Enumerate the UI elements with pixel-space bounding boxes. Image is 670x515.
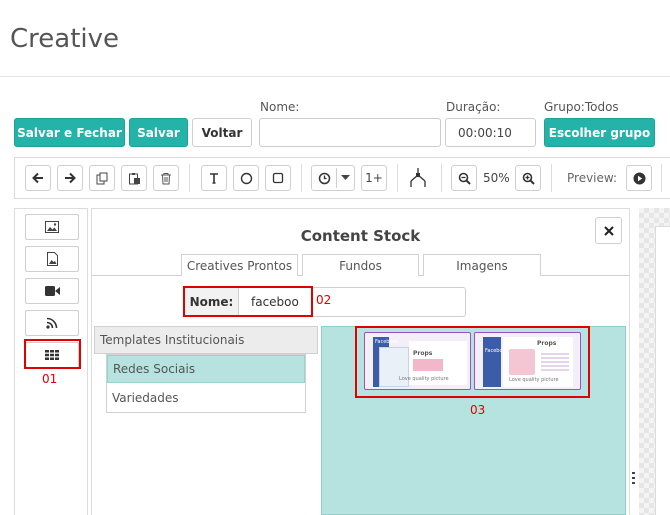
editor-toolbar: 1+ 50% Preview: bbox=[14, 157, 670, 199]
tab-creatives-prontos[interactable]: Creatives Prontos bbox=[181, 254, 298, 276]
annotation-box-03 bbox=[355, 326, 590, 398]
page-title: Creative bbox=[10, 24, 120, 54]
rss-tool-button[interactable] bbox=[25, 310, 79, 336]
dropdown-divider bbox=[336, 168, 337, 188]
zoom-level: 50% bbox=[483, 171, 510, 185]
duration-input-value: 00:00:10 bbox=[458, 125, 512, 140]
image-tool-button[interactable] bbox=[25, 214, 79, 240]
name-label: Nome: bbox=[260, 100, 300, 114]
image-icon bbox=[45, 221, 59, 233]
arrow-right-icon bbox=[65, 172, 76, 184]
dialog-title: Content Stock bbox=[300, 227, 421, 245]
duration-label: Duração: bbox=[446, 100, 501, 114]
file-image-tool-button[interactable] bbox=[25, 246, 79, 272]
preview-label: Preview: bbox=[567, 171, 618, 185]
repeat-button[interactable]: 1+ bbox=[361, 165, 387, 191]
toolbar-separator bbox=[397, 164, 398, 192]
add-rectangle-button[interactable] bbox=[265, 165, 291, 191]
close-dialog-button[interactable] bbox=[595, 217, 622, 244]
zoom-in-button[interactable] bbox=[515, 165, 541, 191]
rss-icon bbox=[46, 317, 58, 329]
play-icon bbox=[633, 172, 645, 184]
close-icon bbox=[603, 225, 614, 236]
annotation-box-01 bbox=[24, 339, 81, 369]
add-circle-button[interactable] bbox=[233, 165, 259, 191]
zoom-out-button[interactable] bbox=[451, 165, 477, 191]
tab-fundos[interactable]: Fundos bbox=[302, 254, 419, 276]
trash-icon bbox=[161, 172, 171, 184]
copy-button[interactable] bbox=[89, 165, 115, 191]
category-header[interactable]: Templates Institucionais bbox=[94, 326, 318, 354]
annotation-label-03: 03 bbox=[470, 403, 486, 417]
duration-input[interactable]: 00:00:10 bbox=[445, 118, 536, 147]
caret-down-icon bbox=[341, 175, 350, 180]
annotation-label-02: 02 bbox=[316, 293, 332, 307]
clock-dropdown-button[interactable] bbox=[311, 165, 355, 191]
back-button[interactable]: Voltar bbox=[192, 118, 252, 147]
clock-icon bbox=[318, 172, 331, 184]
undo-button[interactable] bbox=[25, 165, 51, 191]
tab-imagens[interactable]: Imagens bbox=[423, 254, 541, 276]
video-camera-icon bbox=[44, 286, 60, 296]
copy-icon bbox=[96, 172, 107, 184]
toolbar-separator bbox=[551, 164, 552, 192]
paste-button[interactable] bbox=[121, 165, 147, 191]
zoom-out-icon bbox=[458, 172, 471, 185]
save-and-close-button[interactable]: Salvar e Fechar bbox=[14, 118, 125, 147]
name-input[interactable] bbox=[259, 118, 441, 147]
choose-group-button[interactable]: Escolher grupo bbox=[544, 118, 655, 147]
text-icon bbox=[210, 173, 218, 184]
header-divider bbox=[0, 76, 670, 77]
toolbar-separator bbox=[441, 164, 442, 192]
file-image-icon bbox=[46, 252, 58, 266]
align-button[interactable] bbox=[405, 165, 431, 191]
annotation-box-02 bbox=[183, 286, 313, 317]
square-icon bbox=[272, 172, 284, 184]
category-item-redes-sociais[interactable]: Redes Sociais bbox=[107, 355, 305, 383]
align-nodes-icon bbox=[410, 168, 426, 187]
resize-grip-handle[interactable] bbox=[632, 472, 635, 486]
zoom-in-icon bbox=[522, 172, 535, 185]
preview-play-button[interactable] bbox=[626, 165, 652, 191]
paste-icon bbox=[128, 172, 140, 184]
toolbar-separator bbox=[661, 164, 662, 192]
annotation-label-01: 01 bbox=[42, 372, 58, 386]
toolbar-separator bbox=[301, 164, 302, 192]
video-tool-button[interactable] bbox=[25, 278, 79, 304]
arrow-left-icon bbox=[32, 172, 43, 184]
save-button[interactable]: Salvar bbox=[129, 118, 188, 147]
delete-button[interactable] bbox=[153, 165, 179, 191]
category-item-variedades[interactable]: Variedades bbox=[107, 384, 305, 412]
toolbar-separator bbox=[189, 164, 190, 192]
circle-icon bbox=[240, 172, 252, 184]
canvas-frame bbox=[655, 226, 670, 515]
redo-button[interactable] bbox=[57, 165, 83, 191]
add-text-button[interactable] bbox=[201, 165, 227, 191]
group-label: Grupo:Todos bbox=[544, 100, 619, 114]
